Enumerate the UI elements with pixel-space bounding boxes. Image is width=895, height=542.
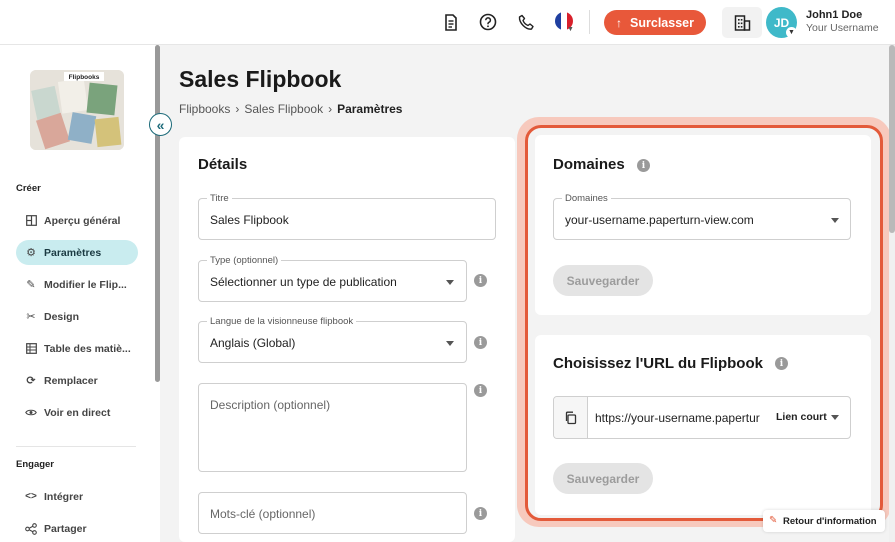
design-icon: ✂ [26,311,36,323]
type-select-label: Type (optionnel) [207,255,282,266]
double-chevron-left-icon: « [156,116,165,133]
domains-save-button[interactable]: Sauvegarder [553,265,653,296]
sidebar-item-label: Modifier le Flip... [44,278,127,291]
url-title: Choisissez l'URL du Flipbook [553,355,763,372]
language-select-value: Anglais (Global) [210,336,296,350]
info-icon[interactable]: i [474,384,487,397]
info-icon[interactable]: i [637,159,650,172]
upgrade-button[interactable]: ↑ Surclasser [604,10,706,35]
upgrade-label: Surclasser [630,15,694,30]
description-textarea[interactable]: Description (optionnel) [198,383,467,472]
title-field-value: Sales Flipbook [210,213,289,227]
sidebar-item-edit[interactable]: ✎ Modifier le Flip... [16,272,138,297]
sidebar-item-label: Paramètres [44,246,102,259]
short-link-select[interactable]: Lien court [776,411,827,423]
info-icon[interactable]: i [474,274,487,287]
table-icon [25,343,37,355]
url-field[interactable]: https://your-username.paperturn- Lien co… [553,396,851,439]
description-placeholder: Description (optionnel) [210,398,331,412]
sidebar-item-label: Partager [44,522,87,535]
sidebar-item-label: Aperçu général [44,214,121,227]
feedback-button[interactable]: ✎ Retour d'information [763,510,885,532]
url-value: https://your-username.paperturn- [595,411,760,425]
chevron-down-icon [446,280,454,285]
collapse-sidebar-button[interactable]: « [149,113,172,136]
pencil-icon: ✎ [26,279,36,291]
copy-icon [565,411,577,424]
domains-title: Domaines [553,156,625,173]
domains-select[interactable]: Domaines your-username.paperturn-view.co… [553,193,851,240]
title-field[interactable]: Titre Sales Flipbook [198,193,496,240]
share-icon [25,522,37,535]
arrow-up-icon: ↑ [616,15,623,30]
chevron-down-icon [831,218,839,223]
feedback-icon: ✎ [769,515,778,526]
chevron-down-icon [831,415,839,420]
url-save-button[interactable]: Sauvegarder [553,463,653,494]
sidebar-item-label: Design [44,310,80,323]
chevron-right-icon: › [235,102,240,116]
help-icon[interactable] [478,12,498,32]
type-select-value: Sélectionner un type de publication [210,275,397,289]
sidebar-item-design[interactable]: ✂ Design [16,304,138,329]
top-bar: ▼ ↑ Surclasser JD ▼ John1 Doe Your Usern… [0,0,895,45]
type-select[interactable]: Type (optionnel) Sélectionner un type de… [198,255,467,302]
keywords-input[interactable]: Mots-clé (optionnel) [198,492,467,534]
scrollbar-thumb[interactable] [889,45,895,233]
keywords-placeholder: Mots-clé (optionnel) [210,507,316,521]
section-create-label: Créer [16,183,41,194]
breadcrumb-current: Paramètres [337,102,403,116]
title-field-label: Titre [207,193,232,204]
sidebar-item-label: Table des matiè... [44,342,131,355]
chevron-right-icon: › [328,102,333,116]
sidebar-scrollbar[interactable] [155,45,160,382]
flipbook-thumbnail: Flipbooks [30,70,124,150]
sidebar-item-label: Intégrer [44,490,84,503]
breadcrumb-link[interactable]: Flipbooks [179,102,230,116]
info-icon[interactable]: i [474,507,487,520]
document-icon[interactable] [441,12,461,32]
sidebar-item-embed[interactable]: <> Intégrer [16,484,138,509]
sidebar-item-label: Voir en direct [44,406,111,419]
code-icon: <> [25,491,37,502]
info-icon[interactable]: i [775,357,788,370]
divider [589,10,590,34]
main-scrollbar[interactable] [889,45,895,542]
domains-select-value: your-username.paperturn-view.com [565,213,754,227]
breadcrumb: Flipbooks › Sales Flipbook › Paramètres [179,102,402,116]
page-title: Sales Flipbook [179,66,342,92]
replace-icon: ⟳ [26,375,36,387]
section-engage-label: Engager [16,459,55,470]
language-select[interactable]: Langue de la visionneuse flipbook Anglai… [198,316,467,363]
organization-button[interactable] [722,7,762,38]
user-name[interactable]: John1 Doe [806,9,862,21]
sidebar-item-toc[interactable]: Table des matiè... [16,336,138,361]
copy-button[interactable] [554,397,588,438]
svg-text:Flipbooks: Flipbooks [69,74,100,81]
chevron-down-icon: ▼ [786,27,797,38]
sidebar-item-settings[interactable]: ⚙ Paramètres [16,240,138,265]
user-subtitle: Your Username [806,22,879,34]
building-icon [734,15,750,31]
divider [16,446,136,447]
domains-select-label: Domaines [562,193,611,204]
info-icon[interactable]: i [474,336,487,349]
breadcrumb-link[interactable]: Sales Flipbook [244,102,323,116]
sidebar-item-share[interactable]: Partager [16,516,138,541]
chevron-down-icon [446,341,454,346]
sidebar-item-replace[interactable]: ⟳ Remplacer [16,368,138,393]
details-title: Détails [198,156,248,173]
phone-icon[interactable] [516,12,536,32]
sidebar-item-live[interactable]: Voir en direct [16,400,138,425]
feedback-label: Retour d'information [783,515,877,527]
chevron-down-icon: ▼ [567,26,574,33]
sidebar-item-label: Remplacer [44,374,98,387]
language-select-label: Langue de la visionneuse flipbook [207,316,357,327]
eye-icon [25,407,37,419]
overview-icon [25,215,37,227]
sidebar-item-overview[interactable]: Aperçu général [16,208,138,233]
gear-icon: ⚙ [26,247,36,259]
